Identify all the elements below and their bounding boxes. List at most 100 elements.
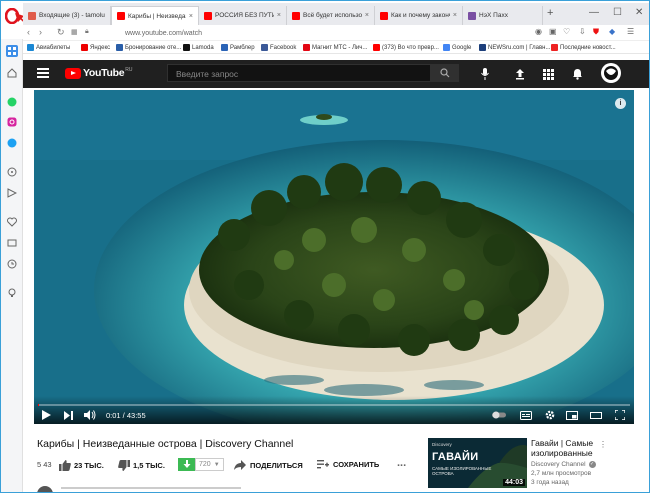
back-icon[interactable]: ‹ <box>27 27 30 37</box>
new-tab-button[interactable]: + <box>547 7 553 19</box>
theater-mode-button[interactable] <box>590 410 602 420</box>
news-icon <box>551 44 558 51</box>
channel-avatar[interactable] <box>37 486 53 492</box>
url-field[interactable]: www.youtube.com/watch <box>125 27 525 39</box>
playlist-add-icon <box>317 460 329 469</box>
speed-dial-icon[interactable] <box>6 45 18 57</box>
plane-icon <box>27 44 34 51</box>
close-tab-icon[interactable]: × <box>365 12 369 19</box>
hamburger-menu-icon[interactable] <box>37 68 49 78</box>
related-video-title[interactable]: Гавайи | Самые изолированные <box>531 438 641 458</box>
adblock-icon[interactable]: ⛊ <box>593 27 599 37</box>
player-controls: 0:01 / 43:55 <box>34 396 634 424</box>
speed-dial-icon[interactable]: ▦ <box>71 28 78 36</box>
bookmark-item[interactable]: Авиабилеты <box>27 43 70 52</box>
tab-everything-used[interactable]: Всё будет использовано × <box>287 6 375 25</box>
microphone-icon[interactable] <box>478 67 492 81</box>
bookmark-item[interactable]: Lamoda <box>183 43 214 52</box>
quality-select[interactable]: 720 ▼ <box>195 458 224 471</box>
tab-youtube-caribbean[interactable]: Карибы | Неизведанные × <box>111 6 199 25</box>
maximize-window-icon[interactable]: ☐ <box>613 7 622 18</box>
subtitles-button[interactable] <box>520 410 532 420</box>
send-icon[interactable] <box>6 187 18 199</box>
site-favicon-icon <box>468 11 476 20</box>
thumbnail-title: ГАВАЙИ <box>432 451 479 463</box>
more-options-icon[interactable]: ⋮ <box>599 440 607 449</box>
home-icon[interactable] <box>6 67 18 79</box>
snapshot-icon[interactable]: ▣ <box>549 27 557 36</box>
notifications-bell-icon[interactable] <box>570 67 584 81</box>
dislike-button[interactable]: 1,5 ТЫС. <box>118 460 165 471</box>
bookmark-item[interactable]: Последние новост... <box>551 43 616 52</box>
volume-button[interactable] <box>84 410 96 420</box>
tab-strip: Входящие (3) - tamolus Карибы | Неизведа… <box>23 3 649 25</box>
search-button[interactable] <box>431 64 459 82</box>
player-icon[interactable] <box>6 166 18 178</box>
avatar[interactable] <box>601 63 621 83</box>
progress-bar[interactable] <box>38 404 630 406</box>
play-button[interactable] <box>40 410 52 420</box>
like-button[interactable]: 23 ТЫС. <box>59 460 104 471</box>
divider <box>61 487 241 489</box>
lamoda-icon <box>183 44 190 51</box>
tab-how-ended[interactable]: Как и почему закончи × <box>375 6 463 25</box>
whatsapp-icon[interactable] <box>6 96 18 108</box>
miniplayer-button[interactable] <box>566 410 578 420</box>
instagram-icon[interactable] <box>6 116 18 128</box>
bookmark-item[interactable]: Бронирование оте... <box>116 43 181 52</box>
download-icon[interactable]: ⇩ <box>579 27 586 36</box>
time-display: 0:01 / 43:55 <box>106 411 146 420</box>
close-tab-icon[interactable]: × <box>277 12 281 19</box>
bookmark-item[interactable]: NEWSru.com | Главн... <box>479 43 550 52</box>
vpn-icon[interactable]: ◆ <box>609 27 615 36</box>
download-widget[interactable]: 720 ▼ <box>178 458 224 471</box>
bookmark-item[interactable]: Яндекс <box>81 43 110 52</box>
bookmark-item[interactable]: Google <box>443 43 471 52</box>
info-icon[interactable]: i <box>615 98 626 109</box>
fullscreen-button[interactable] <box>614 410 626 420</box>
facebook-icon <box>261 44 268 51</box>
save-button[interactable]: СОХРАНИТЬ <box>317 460 379 469</box>
reload-icon[interactable]: ↻ <box>57 27 65 38</box>
settings-button[interactable] <box>544 410 556 420</box>
lock-icon: 🔒︎ <box>85 28 89 35</box>
video-player[interactable]: i 0:01 / 43:55 <box>34 90 634 424</box>
youtube-favicon-icon <box>373 44 380 51</box>
bookmark-item[interactable]: Магнит МТС - Лич... <box>303 43 367 52</box>
tab-nekh[interactable]: НэХ Пахх <box>463 6 543 25</box>
autoplay-toggle[interactable] <box>492 410 506 420</box>
youtube-header: YouTube RU Введите запрос <box>23 60 649 88</box>
close-tab-icon[interactable]: × <box>453 12 457 19</box>
thumbs-up-icon <box>59 460 71 471</box>
next-button[interactable] <box>62 410 74 420</box>
news-feed-icon[interactable] <box>6 237 18 249</box>
history-icon[interactable] <box>6 258 18 270</box>
twitter-icon[interactable] <box>6 137 18 149</box>
youtube-logo[interactable]: YouTube RU <box>65 67 133 79</box>
youtube-favicon-icon <box>117 12 125 20</box>
related-channel[interactable]: Discovery Channel ✓ <box>531 461 596 468</box>
tab-russia[interactable]: РОССИЯ БЕЗ ПУТИНА - × <box>199 6 287 25</box>
easy-setup-icon[interactable]: ☰ <box>627 27 634 36</box>
share-button[interactable]: ПОДЕЛИТЬСЯ <box>234 460 303 470</box>
bookmark-item[interactable]: Рамблер <box>221 43 255 52</box>
bookmark-item[interactable]: Facebook <box>261 43 296 52</box>
related-video-thumbnail[interactable]: Discovery ГАВАЙИ САМЫЕ ИЗОЛИРОВАННЫЕ ОСТ… <box>428 438 527 488</box>
minimize-window-icon[interactable]: — <box>589 7 599 18</box>
more-actions-icon[interactable]: ... <box>397 457 406 469</box>
apps-grid-icon[interactable] <box>541 67 555 81</box>
thumbs-down-icon <box>118 460 130 471</box>
bookmark-heart-icon[interactable]: ♡ <box>563 27 570 36</box>
lightbulb-icon[interactable] <box>6 287 18 299</box>
search-input[interactable]: Введите запрос <box>167 64 431 82</box>
heart-icon[interactable] <box>6 216 18 228</box>
close-window-icon[interactable]: ✕ <box>635 7 643 18</box>
thumbnail-subtitle: САМЫЕ ИЗОЛИРОВАННЫЕ ОСТРОВА <box>432 466 492 476</box>
camera-icon[interactable]: ◉ <box>535 27 542 36</box>
close-tab-icon[interactable]: × <box>189 13 193 20</box>
forward-icon[interactable]: › <box>39 27 42 37</box>
bookmark-item[interactable]: (373) Во что превр... <box>373 43 439 52</box>
video-title: Карибы | Неизведанные острова | Discover… <box>37 438 294 450</box>
upload-icon[interactable] <box>513 67 527 81</box>
tab-inbox[interactable]: Входящие (3) - tamolus <box>23 6 111 25</box>
